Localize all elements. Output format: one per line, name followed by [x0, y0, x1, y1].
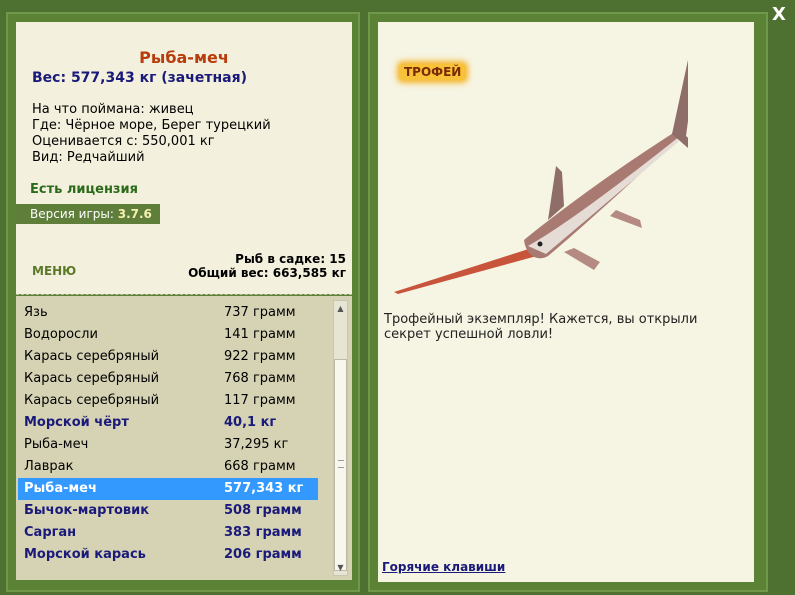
location-detail: Где: Чёрное море, Берег турецкий	[32, 118, 271, 133]
item-name: Язь	[24, 305, 48, 320]
catch-list[interactable]: Язь 737 грамм Водоросли 141 грамм Карась с…	[16, 296, 352, 580]
close-button[interactable]: X	[772, 4, 786, 25]
item-name: Морской чёрт	[24, 415, 129, 430]
fish-title: Рыба-меч	[139, 48, 229, 67]
fish-count: Рыб в садке: 15	[235, 252, 346, 266]
list-item[interactable]: Рыба-меч 37,295 кг	[18, 434, 318, 456]
divider	[16, 294, 352, 295]
item-weight: 37,295 кг	[224, 437, 289, 452]
item-weight: 737 грамм	[224, 305, 296, 320]
grip-icon	[338, 460, 344, 468]
item-weight: 141 грамм	[224, 327, 296, 342]
list-item[interactable]: Язь 737 грамм	[18, 302, 318, 324]
item-name: Рыба-меч	[24, 437, 89, 452]
item-weight: 768 грамм	[224, 371, 296, 386]
item-name: Бычок-мартовик	[24, 503, 150, 518]
list-item[interactable]: Сарган 383 грамм	[18, 522, 318, 544]
version-value: 3.7.6	[117, 207, 152, 221]
list-scrollbar[interactable]: ▲ ▼	[333, 300, 348, 576]
item-weight: 383 грамм	[224, 525, 302, 540]
left-panel: Рыба-меч Вес: 577,343 кг (зачетная) На ч…	[6, 12, 360, 592]
item-name: Сарган	[24, 525, 77, 540]
item-name: Морской карась	[24, 547, 146, 562]
version-label: Версия игры:	[30, 207, 114, 221]
scroll-thumb[interactable]	[334, 359, 347, 571]
version-bar: Версия игры: 3.7.6	[16, 204, 160, 224]
list-item[interactable]: Бычок-мартовик 508 грамм	[18, 500, 318, 522]
list-item[interactable]: Водоросли 141 грамм	[18, 324, 318, 346]
item-name: Лаврак	[24, 459, 74, 474]
right-panel: ТРОФЕЙ Трофейный экземпляр! Кажется, вы …	[368, 12, 768, 592]
list-item[interactable]: Карась серебряный 922 грамм	[18, 346, 318, 368]
item-weight: 922 грамм	[224, 349, 296, 364]
list-item[interactable]: Лаврак 668 грамм	[18, 456, 318, 478]
trophy-badge: ТРОФЕЙ	[400, 64, 466, 80]
list-item-selected[interactable]: Рыба-меч 577,343 кг	[18, 478, 318, 500]
item-weight: 668 грамм	[224, 459, 296, 474]
bait-detail: На что поймана: живец	[32, 102, 194, 117]
swordfish-icon	[394, 60, 688, 294]
item-name: Карась серебряный	[24, 393, 160, 408]
scroll-down-icon[interactable]: ▼	[334, 560, 347, 575]
fish-weight: Вес: 577,343 кг (зачетная)	[32, 70, 247, 86]
item-name: Водоросли	[24, 327, 98, 342]
item-name: Рыба-меч	[24, 481, 97, 496]
menu-button[interactable]: МЕНЮ	[32, 264, 76, 278]
hotkeys-link[interactable]: Горячие клавиши	[382, 560, 505, 574]
rarity-detail: Вид: Редчайший	[32, 150, 145, 165]
item-weight: 40,1 кг	[224, 415, 277, 430]
list-item[interactable]: Морской чёрт 40,1 кг	[18, 412, 318, 434]
item-weight: 508 грамм	[224, 503, 302, 518]
scroll-up-icon[interactable]: ▲	[334, 301, 347, 316]
total-weight: Общий вес: 663,585 кг	[188, 266, 346, 280]
keepnet-stats: Рыб в садке: 15 Общий вес: 663,585 кг	[188, 252, 346, 280]
license-status: Есть лицензия	[30, 182, 138, 197]
item-weight: 577,343 кг	[224, 481, 304, 496]
fish-description: Трофейный экземпляр! Кажется, вы открыли…	[384, 312, 698, 342]
item-weight: 206 грамм	[224, 547, 302, 562]
item-name: Карась серебряный	[24, 371, 160, 386]
list-item[interactable]: Морской карась 206 грамм	[18, 544, 318, 566]
fish-detail-box: ТРОФЕЙ Трофейный экземпляр! Кажется, вы …	[378, 22, 754, 582]
item-weight: 117 грамм	[224, 393, 296, 408]
list-item[interactable]: Карась серебряный 117 грамм	[18, 390, 318, 412]
list-item[interactable]: Карась серебряный 768 грамм	[18, 368, 318, 390]
threshold-detail: Оценивается с: 550,001 кг	[32, 134, 215, 149]
fish-info-card: Рыба-меч Вес: 577,343 кг (зачетная) На ч…	[16, 22, 352, 294]
item-name: Карась серебряный	[24, 349, 160, 364]
